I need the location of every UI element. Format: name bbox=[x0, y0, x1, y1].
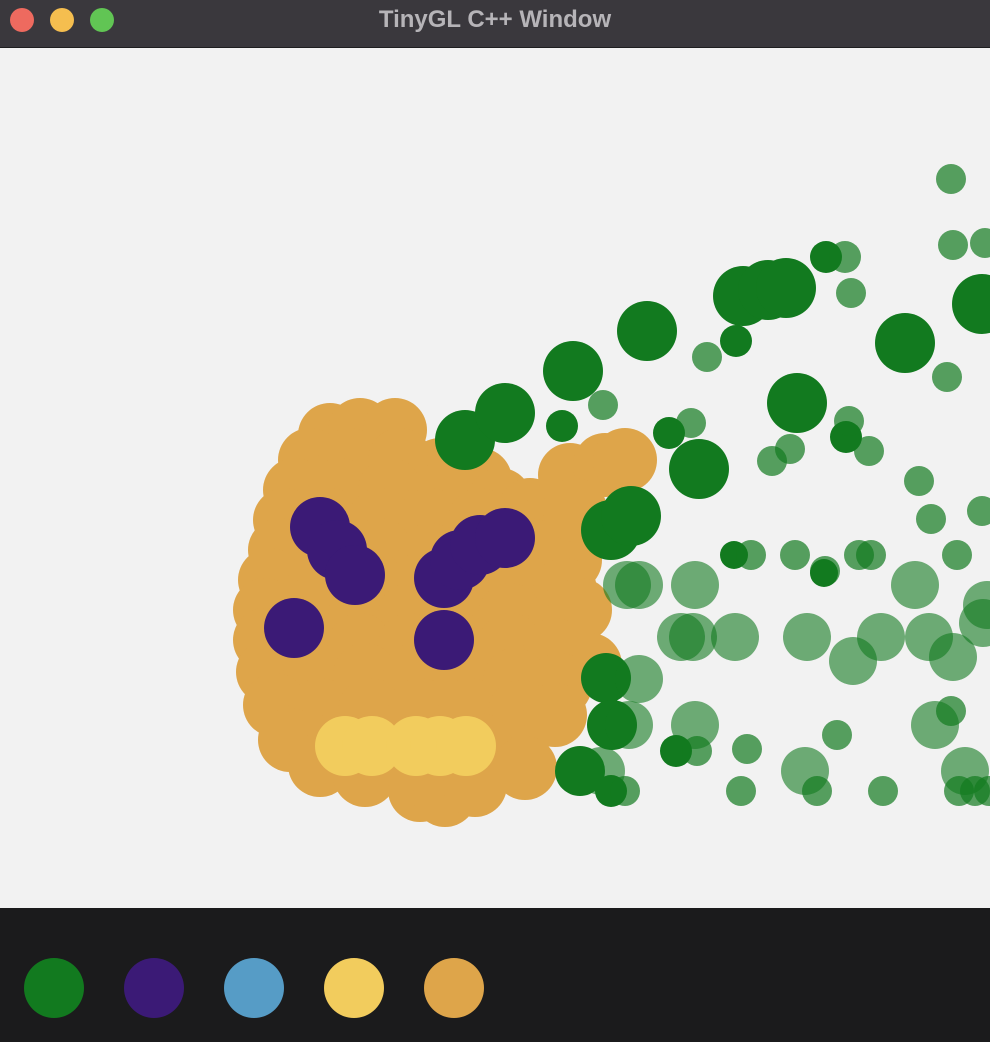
purple-eye bbox=[264, 598, 324, 658]
green-dot bbox=[676, 408, 706, 438]
green-dot bbox=[682, 736, 712, 766]
canvas-drawing bbox=[233, 164, 990, 827]
yellow-dab bbox=[436, 716, 496, 776]
green-dot bbox=[942, 540, 972, 570]
yellow-paint-strokes bbox=[315, 716, 496, 776]
green-dot bbox=[810, 556, 840, 586]
green-dot bbox=[836, 278, 866, 308]
green-dot bbox=[732, 734, 762, 764]
green-dot bbox=[767, 373, 827, 433]
green-dot bbox=[932, 362, 962, 392]
green-dot bbox=[868, 776, 898, 806]
color-swatch-yellow[interactable] bbox=[324, 958, 384, 1018]
green-dot bbox=[692, 342, 722, 372]
green-dot bbox=[829, 241, 861, 273]
green-dot bbox=[936, 164, 966, 194]
green-dot bbox=[757, 446, 787, 476]
window-title: TinyGL C++ Window bbox=[378, 6, 612, 33]
green-dot bbox=[610, 776, 640, 806]
green-dot bbox=[904, 466, 934, 496]
color-swatch-blue[interactable] bbox=[224, 958, 284, 1018]
green-dot bbox=[615, 561, 663, 609]
green-dot bbox=[669, 613, 717, 661]
title-bar[interactable]: TinyGL C++ Window bbox=[0, 0, 990, 48]
green-dot bbox=[936, 696, 966, 726]
color-swatch-orange[interactable] bbox=[424, 958, 484, 1018]
color-swatch-green[interactable] bbox=[24, 958, 84, 1018]
app-window: TinyGL C++ Window bbox=[0, 0, 990, 1042]
green-dot bbox=[829, 637, 877, 685]
green-dot bbox=[475, 383, 535, 443]
drawing-canvas[interactable] bbox=[0, 48, 990, 908]
green-dot bbox=[588, 390, 618, 420]
green-dot bbox=[736, 540, 766, 570]
orange-dab bbox=[593, 428, 657, 492]
purple-dab bbox=[475, 508, 535, 568]
green-dot bbox=[916, 504, 946, 534]
green-dot bbox=[543, 341, 603, 401]
green-dot bbox=[802, 776, 832, 806]
green-dot bbox=[929, 633, 977, 681]
purple-dab bbox=[325, 545, 385, 605]
green-dot bbox=[726, 776, 756, 806]
green-dot bbox=[669, 439, 729, 499]
green-dot bbox=[546, 410, 578, 442]
color-palette bbox=[0, 908, 990, 1042]
green-dot bbox=[617, 301, 677, 361]
green-dot bbox=[671, 561, 719, 609]
green-dot bbox=[967, 496, 990, 526]
green-dot bbox=[720, 325, 752, 357]
green-dot bbox=[875, 313, 935, 373]
green-dot bbox=[780, 540, 810, 570]
green-dot bbox=[615, 655, 663, 703]
green-dot bbox=[854, 436, 884, 466]
green-dot bbox=[601, 486, 661, 546]
color-swatch-purple[interactable] bbox=[124, 958, 184, 1018]
green-dot bbox=[891, 561, 939, 609]
green-dot bbox=[834, 406, 864, 436]
green-dot bbox=[822, 720, 852, 750]
green-dot bbox=[938, 230, 968, 260]
green-dot bbox=[711, 613, 759, 661]
green-dot bbox=[970, 228, 990, 258]
green-dot bbox=[952, 274, 990, 334]
purple-eye bbox=[414, 610, 474, 670]
green-dot bbox=[756, 258, 816, 318]
green-dot bbox=[605, 701, 653, 749]
green-dot bbox=[783, 613, 831, 661]
green-dot bbox=[856, 540, 886, 570]
